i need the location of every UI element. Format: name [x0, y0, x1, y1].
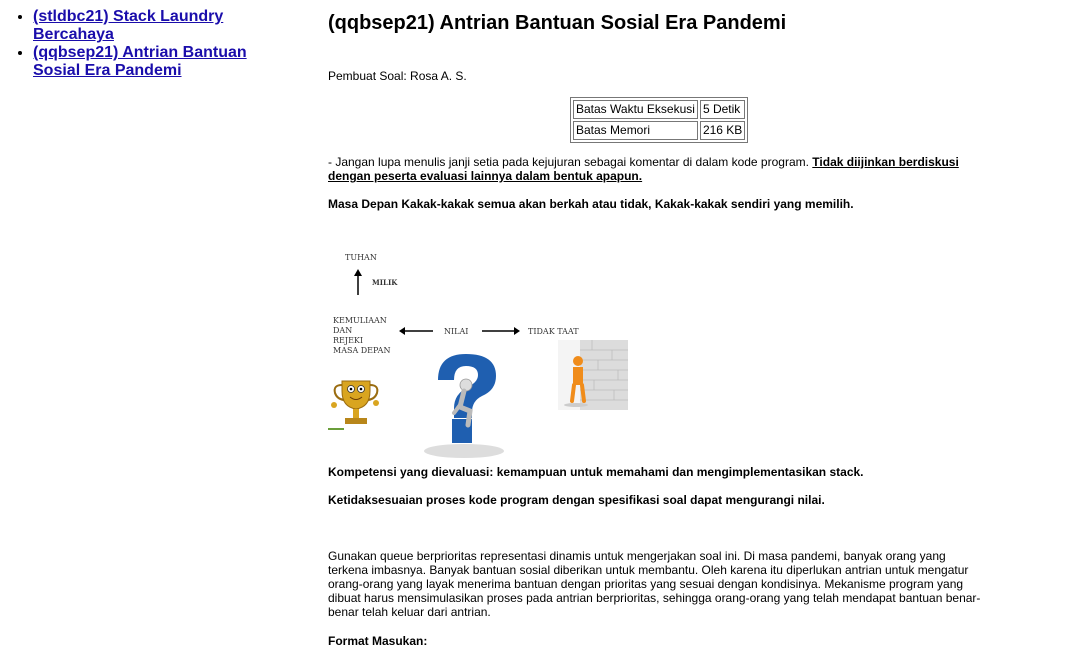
- question-mark-icon: [418, 350, 510, 460]
- kemuliaan-line-1: KEMULIAAN: [333, 316, 387, 325]
- future-statement: Masa Depan Kakak-kakak semua akan berkah…: [328, 197, 854, 211]
- page-title: (qqbsep21) Antrian Bantuan Sosial Era Pa…: [328, 12, 787, 34]
- list-item: (stldbc21) Stack Laundry Bercahaya: [33, 8, 284, 44]
- honesty-note: - Jangan lupa menulis janji setia pada k…: [328, 155, 968, 183]
- arrow-up-head-icon: [354, 269, 362, 276]
- problem-link-stldbc21[interactable]: (stldbc21) Stack Laundry Bercahaya: [33, 8, 223, 43]
- tuhan-label: TUHAN: [345, 253, 377, 262]
- problem-list: (stldbc21) Stack Laundry Bercahaya (qqbs…: [14, 8, 284, 80]
- wall-figure-icon: [558, 340, 628, 410]
- list-item: (qqbsep21) Antrian Bantuan Sosial Era Pa…: [33, 44, 284, 80]
- sidebar: (stldbc21) Stack Laundry Bercahaya (qqbs…: [14, 8, 284, 80]
- problem-description: Gunakan queue berprioritas representasi …: [328, 549, 981, 619]
- arrow-left-head-icon: [399, 327, 405, 335]
- table-row: Batas Memori 216 KB: [573, 121, 746, 140]
- kemuliaan-line-3: REJEKI: [333, 336, 363, 345]
- mismatch-statement: Ketidaksesuaian proses kode program deng…: [328, 493, 825, 507]
- values-diagram: TUHAN MILIK KEMULIAAN DAN REJEKI MASA DE…: [328, 253, 628, 460]
- nilai-label: NILAI: [444, 327, 468, 336]
- limits-table: Batas Waktu Eksekusi 5 Detik Batas Memor…: [570, 97, 749, 143]
- trophy-icon: [328, 375, 384, 435]
- memory-limit-label: Batas Memori: [573, 121, 698, 140]
- kemuliaan-line-4: MASA DEPAN: [333, 346, 390, 355]
- input-format-heading: Format Masukan:: [328, 634, 428, 648]
- memory-limit-value: 216 KB: [699, 121, 746, 140]
- kemuliaan-line-2: DAN: [333, 326, 352, 335]
- arrow-right-head-icon: [514, 327, 520, 335]
- author-line: Pembuat Soal: Rosa A. S.: [328, 69, 467, 83]
- time-limit-value: 5 Detik: [699, 100, 746, 119]
- table-row: Batas Waktu Eksekusi 5 Detik: [573, 100, 746, 119]
- competency-statement: Kompetensi yang dievaluasi: kemampuan un…: [328, 465, 864, 479]
- honesty-note-text: - Jangan lupa menulis janji setia pada k…: [328, 155, 813, 169]
- problem-link-qqbsep21[interactable]: (qqbsep21) Antrian Bantuan Sosial Era Pa…: [33, 44, 247, 79]
- milik-label: MILIK: [372, 278, 398, 287]
- problem-content: (qqbsep21) Antrian Bantuan Sosial Era Pa…: [328, 10, 988, 648]
- time-limit-label: Batas Waktu Eksekusi: [573, 100, 698, 119]
- tidak-taat-label: TIDAK TAAT: [528, 327, 579, 336]
